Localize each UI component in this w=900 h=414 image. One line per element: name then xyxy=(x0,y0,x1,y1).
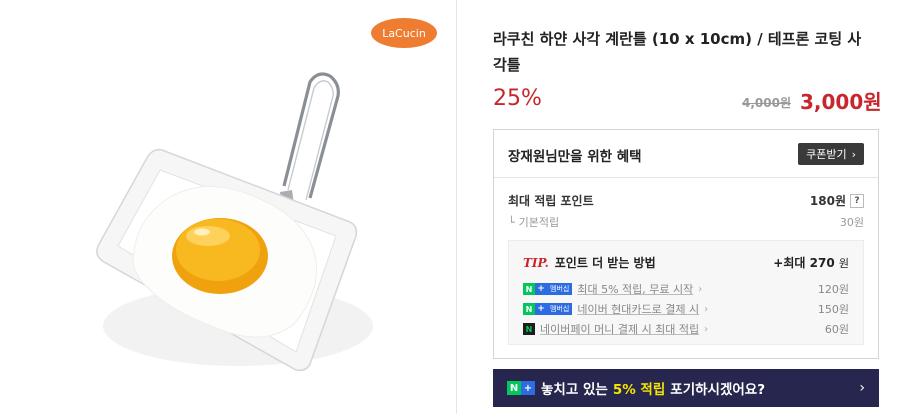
base-points-value: 30원 xyxy=(839,216,864,229)
membership-promo-banner[interactable]: N + 놓치고 있는 5% 적립 포기하시겠어요? › xyxy=(493,369,879,407)
tip-row-label: 최대 5% 적립, 무료 시작 xyxy=(577,283,694,296)
tip-row-left: N + 멤버십 최대 5% 적립, 무료 시작 › xyxy=(523,281,702,297)
brand-logo: LaCucin xyxy=(371,18,437,48)
base-points-label-group: └ 기본적립 xyxy=(508,214,559,230)
tree-branch-icon: └ xyxy=(508,215,515,229)
product-photo xyxy=(96,72,373,372)
discount-rate: 25% xyxy=(493,86,542,111)
nplus-icon: N + xyxy=(507,381,535,395)
banner-highlight: 5% 적립 xyxy=(612,382,666,398)
tip-row-left: N + 멤버십 네이버 현대카드로 결제 시 › xyxy=(523,301,708,317)
benefit-header: 장재원님만을 위한 혜택 쿠폰받기 › xyxy=(494,130,878,178)
original-price: 4,000원 xyxy=(742,96,791,110)
product-image-area: LaCucin xyxy=(0,0,456,414)
tip-row-naverpay-money[interactable]: N 네이버페이 머니 결제 시 최대 적립 › 60원 xyxy=(523,321,849,337)
tip-box: TIP. 포인트 더 받는 방법 +최대 270 원 N + 멤버십 최대 5% 적… xyxy=(508,240,864,345)
tip-max-prefix: +최대 xyxy=(773,256,806,270)
column-divider xyxy=(456,0,457,414)
banner-text: 놓치고 있는 5% 적립 포기하시겠어요? xyxy=(541,378,765,398)
tip-header: TIP. 포인트 더 받는 방법 +최대 270 원 xyxy=(523,254,849,271)
tip-max-value: 270 xyxy=(809,256,835,270)
tip-row-membership[interactable]: N + 멤버십 최대 5% 적립, 무료 시작 › 120원 xyxy=(523,281,849,297)
tip-row-label: 네이버 현대카드로 결제 시 xyxy=(577,303,700,316)
banner-text-after: 포기하시겠어요? xyxy=(670,382,766,398)
coupon-button-label: 쿠폰받기 xyxy=(806,148,847,161)
chevron-right-icon: › xyxy=(851,147,856,161)
coupon-button[interactable]: 쿠폰받기 › xyxy=(798,143,864,165)
tip-title-group: TIP. 포인트 더 받는 방법 xyxy=(523,254,656,271)
max-points-value-group: 180원 ? xyxy=(810,192,864,209)
tip-max-points: +최대 270 원 xyxy=(773,254,849,271)
max-points-row: 최대 적립 포인트 180원 ? xyxy=(508,192,864,209)
tip-max-unit: 원 xyxy=(838,257,849,270)
help-icon[interactable]: ? xyxy=(850,193,864,208)
tip-row-value: 120원 xyxy=(817,283,849,296)
tip-row-label: 네이버페이 머니 결제 시 최대 적립 xyxy=(540,323,700,336)
max-points-value: 180원 xyxy=(809,194,846,208)
base-points-row: └ 기본적립 30원 xyxy=(508,214,864,230)
brand-logo-text: LaCucin xyxy=(382,26,426,40)
banner-text-before: 놓치고 있는 xyxy=(541,382,608,398)
max-points-label: 최대 적립 포인트 xyxy=(508,194,594,208)
naverpay-icon: N xyxy=(523,323,535,335)
tip-tag: TIP. xyxy=(523,255,549,270)
tip-row-hyundai-card[interactable]: N + 멤버십 네이버 현대카드로 결제 시 › 150원 xyxy=(523,301,849,317)
chevron-right-icon: › xyxy=(698,283,703,295)
tip-title: 포인트 더 받는 방법 xyxy=(554,256,656,270)
base-points-label: 기본적립 xyxy=(518,216,560,229)
tip-row-left: N 네이버페이 머니 결제 시 최대 적립 › xyxy=(523,321,708,337)
product-title: 라쿠친 하얀 사각 계란틀 (10 x 10cm) / 테프론 코팅 사각틀 xyxy=(493,30,862,74)
tip-row-value: 60원 xyxy=(824,323,849,336)
benefit-panel: 장재원님만을 위한 혜택 쿠폰받기 › 최대 적립 포인트 180원 ? └ 기… xyxy=(493,129,879,359)
tip-row-value: 150원 xyxy=(817,303,849,316)
benefit-title: 장재원님만을 위한 혜택 xyxy=(508,149,642,165)
nplus-membership-icon: N + 멤버십 xyxy=(523,283,573,295)
chevron-right-icon: › xyxy=(704,323,709,335)
chevron-right-icon: › xyxy=(859,380,865,396)
nplus-membership-icon: N + 멤버십 xyxy=(523,303,573,315)
chevron-right-icon: › xyxy=(704,303,709,315)
sale-price: 3,000원 xyxy=(800,90,882,114)
